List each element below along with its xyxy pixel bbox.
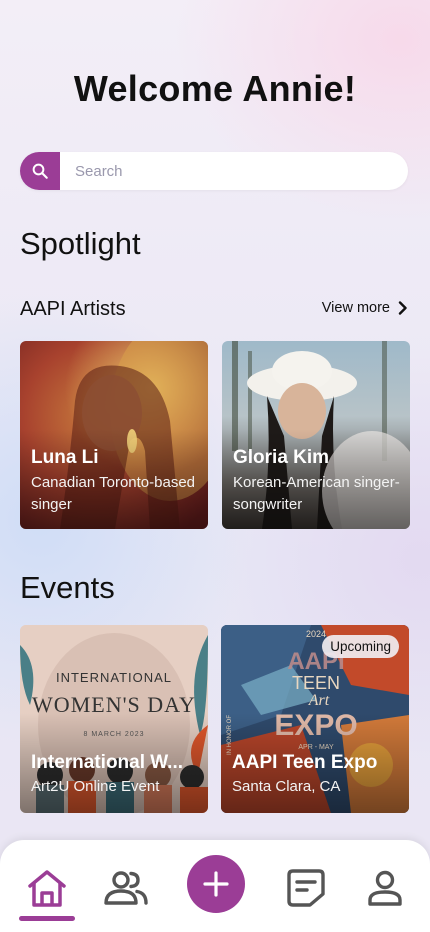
search-bar[interactable] xyxy=(20,152,408,190)
event-card-womens-day[interactable]: INTERNATIONAL WOMEN'S DAY 8 MARCH 2023 I… xyxy=(20,625,208,813)
event-name: AAPI Teen Expo xyxy=(232,752,378,773)
chevron-right-icon xyxy=(398,301,407,315)
bottom-nav xyxy=(0,840,430,932)
page-title: Welcome Annie! xyxy=(73,68,357,109)
poster-line: 2024 xyxy=(306,629,326,639)
event-card-aapi-teen-expo[interactable]: 2024 AAPI TEEN Art EXPO APR - MAY IN HON… xyxy=(221,625,409,813)
event-description: Santa Clara, CA xyxy=(232,778,341,795)
poster-line: INTERNATIONAL xyxy=(56,670,172,685)
community-icon xyxy=(104,871,148,905)
status-badge: Upcoming xyxy=(322,635,399,658)
nav-home[interactable] xyxy=(23,864,71,912)
event-name: International W... xyxy=(31,752,184,773)
artist-name: Luna Li xyxy=(31,447,99,468)
artist-name: Gloria Kim xyxy=(233,447,330,468)
poster-line: TEEN xyxy=(292,673,340,693)
nav-profile[interactable] xyxy=(361,864,409,912)
add-icon xyxy=(203,871,229,897)
search-icon xyxy=(32,163,48,179)
home-icon xyxy=(28,870,66,907)
events-title: Events xyxy=(20,570,115,605)
nav-community[interactable] xyxy=(102,864,150,912)
artist-card-gloria-kim[interactable]: Gloria Kim Korean-American singer-songwr… xyxy=(222,341,410,529)
add-button[interactable] xyxy=(187,855,245,913)
spotlight-title: Spotlight xyxy=(20,226,141,261)
event-description: Art2U Online Event xyxy=(31,778,160,795)
active-tab-indicator xyxy=(19,916,75,921)
artist-description: Korean-American singer-songwriter xyxy=(233,474,400,513)
posts-icon xyxy=(287,869,325,907)
search-input[interactable] xyxy=(60,152,408,190)
nav-posts[interactable] xyxy=(282,864,330,912)
view-more-label: View more xyxy=(321,300,390,316)
aapi-artists-subtitle: AAPI Artists xyxy=(20,298,126,320)
profile-icon xyxy=(368,870,402,906)
artist-description: Canadian Toronto-based singer xyxy=(31,474,196,513)
view-more-link[interactable]: View more xyxy=(322,300,408,316)
artist-card-luna-li[interactable]: Luna Li Canadian Toronto-based singer xyxy=(20,341,208,529)
search-button[interactable] xyxy=(20,152,60,190)
poster-line: Art xyxy=(308,692,330,709)
